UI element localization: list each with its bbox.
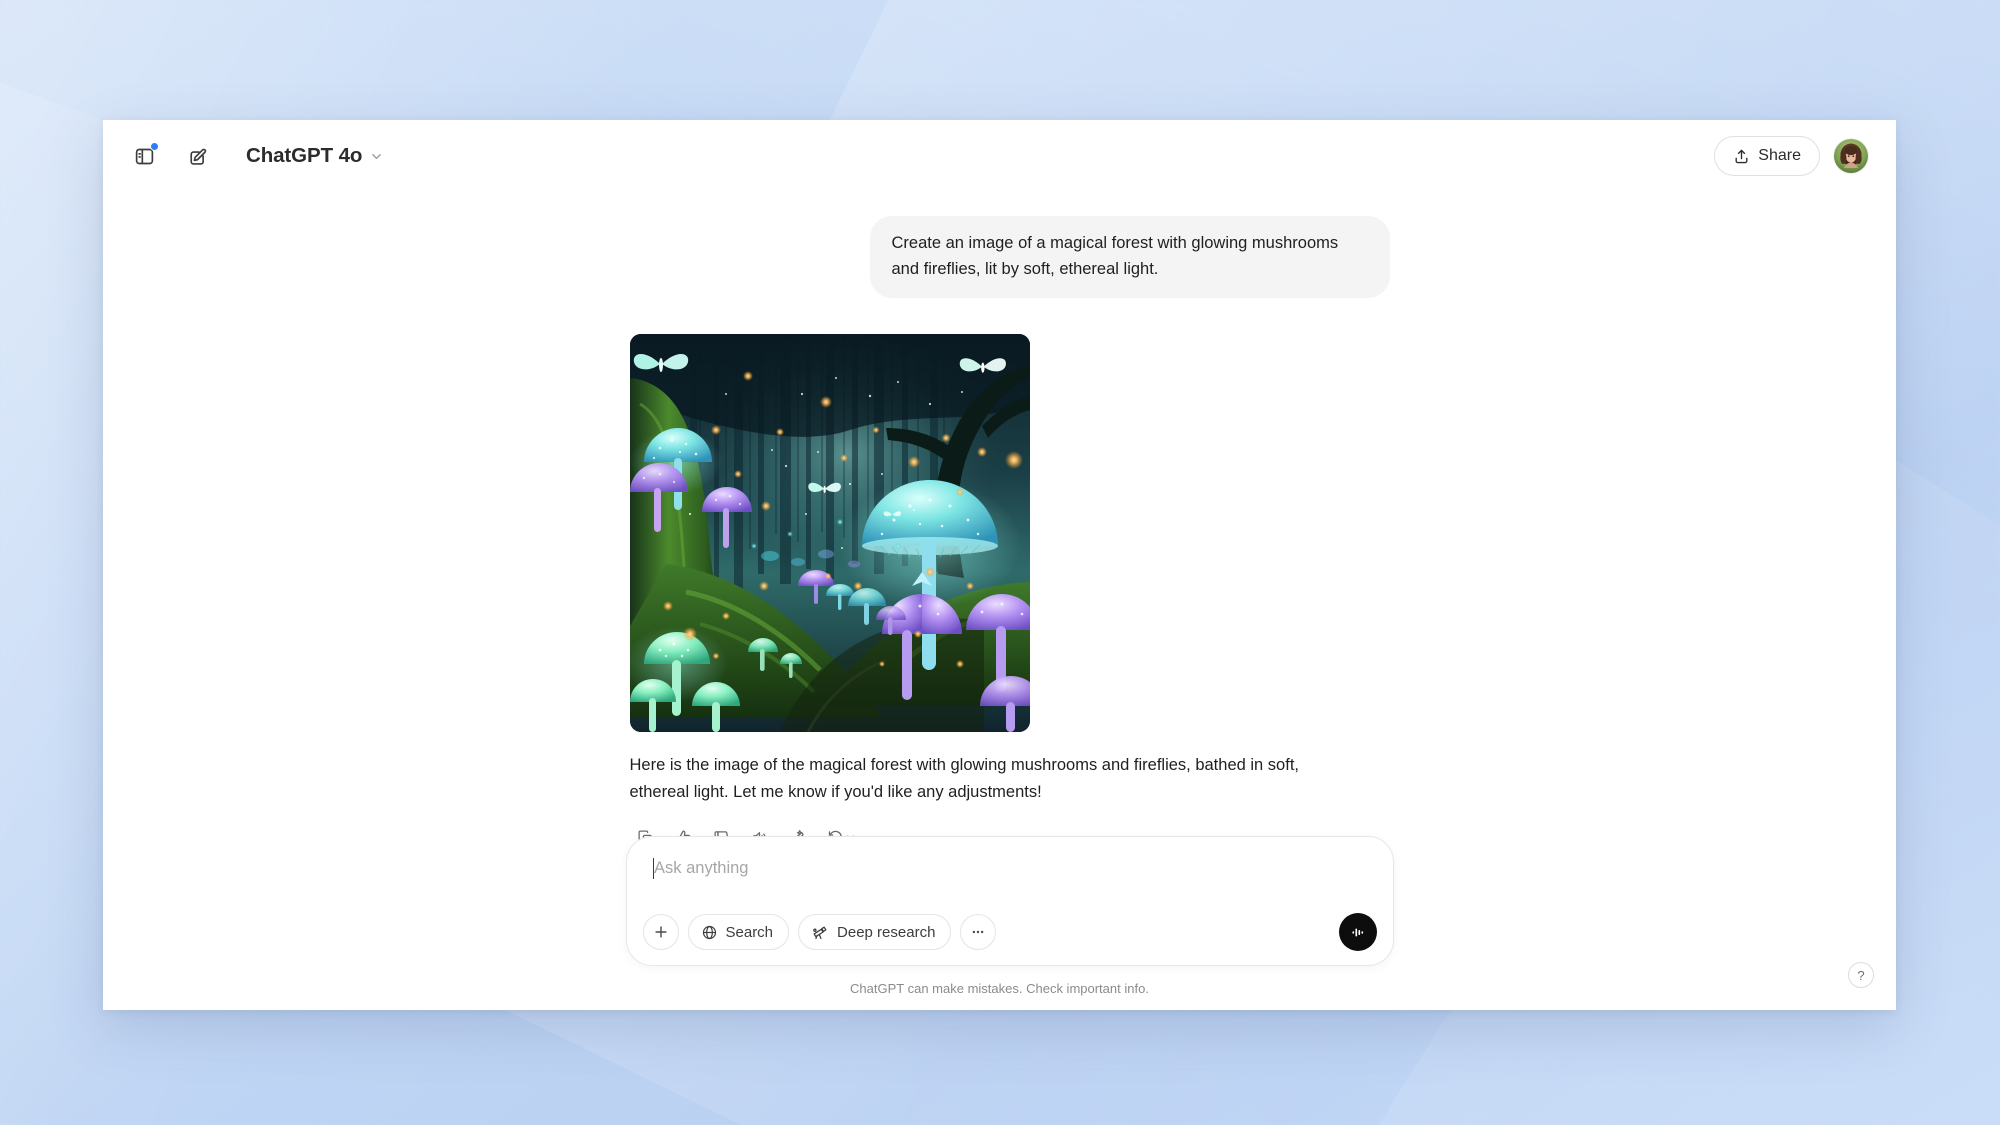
more-tools-button[interactable] (960, 914, 997, 950)
composer-placeholder: Ask anything (654, 859, 749, 877)
ellipsis-icon (973, 930, 984, 934)
disclaimer-text: ChatGPT can make mistakes. Check importa… (850, 981, 1149, 996)
compose-pencil-icon (189, 148, 206, 165)
share-label: Share (1758, 147, 1801, 164)
voice-waveform-icon (1352, 928, 1364, 936)
top-bar-left-group: ChatGPT 4o (125, 137, 394, 175)
notification-dot (150, 142, 159, 151)
user-avatar-image (1834, 139, 1868, 173)
sidebar-toggle-button[interactable] (125, 137, 163, 175)
share-button[interactable]: Share (1714, 136, 1820, 176)
search-tool-button[interactable]: Search (687, 914, 790, 950)
composer: Ask anything Search Deep research (625, 836, 1394, 966)
voice-mode-button[interactable] (1338, 913, 1377, 951)
deep-research-button[interactable]: Deep research (798, 914, 952, 950)
plus-icon (654, 926, 667, 938)
model-name-label: ChatGPT 4o (246, 144, 363, 167)
composer-toolbar: Search Deep research (642, 913, 1377, 951)
telescope-icon (813, 926, 827, 940)
deep-research-label: Deep research (837, 923, 936, 941)
message-thread: Create an image of a magical forest with… (629, 216, 1390, 854)
generated-image[interactable] (629, 334, 1030, 733)
top-bar: ChatGPT 4o Share (103, 120, 1896, 192)
composer-container: Ask anything Search Deep research (103, 836, 1896, 966)
chevron-down-icon (372, 153, 382, 159)
globe-icon (702, 925, 716, 939)
model-selector[interactable]: ChatGPT 4o (237, 139, 394, 173)
avatar[interactable] (1834, 139, 1868, 173)
search-tool-label: Search (725, 923, 774, 941)
new-chat-button[interactable] (179, 137, 217, 175)
help-button[interactable]: ? (1848, 962, 1874, 988)
upload-share-icon (1735, 149, 1748, 163)
assistant-message-text: Here is the image of the magical forest … (629, 756, 1300, 801)
top-bar-right-group: Share (1714, 136, 1868, 176)
chatgpt-window: ChatGPT 4o Share Create an image of a ma… (103, 120, 1896, 1010)
message-input[interactable]: Ask anything (643, 853, 1377, 897)
magical-forest-artwork (629, 334, 1030, 733)
attach-button[interactable] (642, 914, 679, 950)
user-message-bubble: Create an image of a magical forest with… (869, 216, 1390, 299)
assistant-message-row: Here is the image of the magical forest … (629, 334, 1390, 853)
user-message-row: Create an image of a magical forest with… (630, 216, 1390, 299)
